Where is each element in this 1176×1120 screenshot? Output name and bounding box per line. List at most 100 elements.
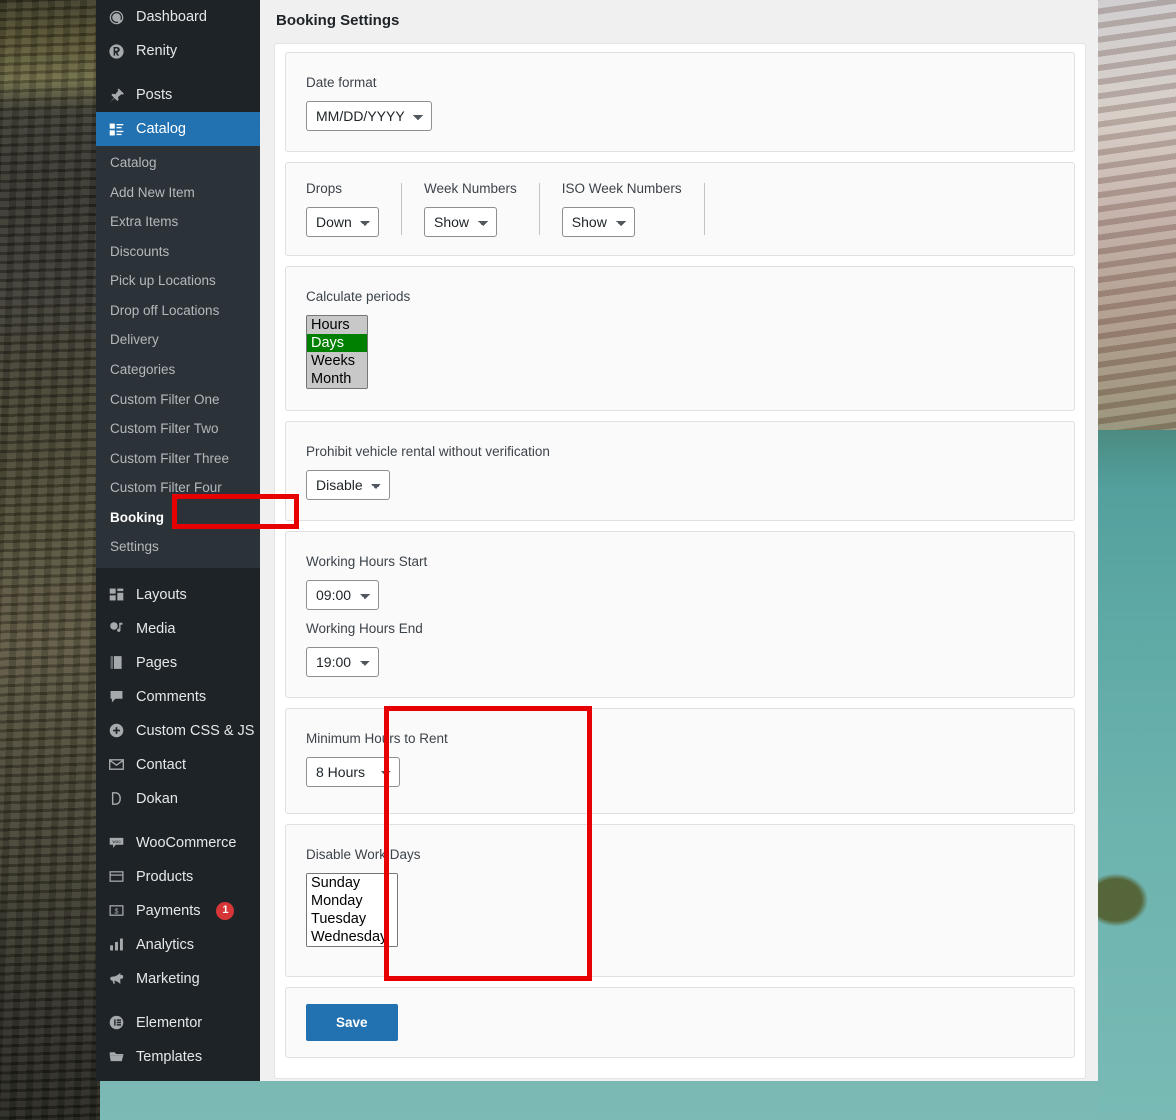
sidebar-item-catalog[interactable]: Catalog xyxy=(96,112,260,146)
media-icon xyxy=(106,619,126,639)
sidebar-item-label: Dashboard xyxy=(136,8,207,25)
working-hours-end-select[interactable]: 17:0018:0019:0020:0021:0023:00 xyxy=(306,647,379,677)
prohibit-verification-select[interactable]: DisableEnable xyxy=(306,470,390,500)
submenu-item-discounts[interactable]: Discounts xyxy=(96,237,260,267)
save-button[interactable]: Save xyxy=(306,1004,398,1041)
pin-icon xyxy=(106,85,126,105)
submenu-item-booking[interactable]: Booking xyxy=(96,503,260,533)
plus-circle-icon xyxy=(106,721,126,741)
date-format-label: Date format xyxy=(306,75,377,90)
sidebar-item-layouts[interactable]: Layouts xyxy=(96,578,260,612)
sidebar-separator-1 xyxy=(96,68,260,78)
sidebar-item-label: Dokan xyxy=(136,790,178,807)
sidebar-group-3: woo WooCommerce Products $ Payments 1 An… xyxy=(96,826,260,996)
panel-minimum-hours: Minimum Hours to Rent 1 Hours2 Hours4 Ho… xyxy=(285,708,1075,814)
drops-label: Drops xyxy=(306,181,343,196)
sidebar-item-analytics[interactable]: Analytics xyxy=(96,928,260,962)
panel-save: Save xyxy=(285,987,1075,1058)
sidebar-item-marketing[interactable]: Marketing xyxy=(96,962,260,996)
sidebar-item-label: Elementor xyxy=(136,1014,203,1031)
sidebar-item-products[interactable]: Products xyxy=(96,860,260,894)
working-hours-start-select[interactable]: 00:0008:0009:0010:0011:0012:00 xyxy=(306,580,379,610)
sidebar-item-payments[interactable]: $ Payments 1 xyxy=(96,894,260,928)
dokan-icon xyxy=(106,789,126,809)
megaphone-icon xyxy=(106,969,126,989)
iso-week-numbers-select[interactable]: ShowHide xyxy=(561,207,635,237)
panel-date-format: Date format MM/DD/YYYYDD/MM/YYYYYYYY-MM-… xyxy=(285,52,1075,152)
dashboard-icon xyxy=(106,7,126,27)
week-numbers-select[interactable]: ShowHide xyxy=(424,207,497,237)
sidebar-separator-2 xyxy=(96,568,260,578)
sidebar-item-label: Analytics xyxy=(136,936,195,953)
svg-text:$: $ xyxy=(114,907,118,916)
sidebar-item-pages[interactable]: Pages xyxy=(96,646,260,680)
sidebar-item-woocommerce[interactable]: woo WooCommerce xyxy=(96,826,260,860)
sidebar-item-elementor[interactable]: Elementor xyxy=(96,1006,260,1040)
submenu-item-settings[interactable]: Settings xyxy=(96,532,260,562)
date-format-select[interactable]: MM/DD/YYYYDD/MM/YYYYYYYY-MM-DD xyxy=(306,101,432,131)
sidebar-item-dokan[interactable]: Dokan xyxy=(96,782,260,816)
sidebar-item-label: Pages xyxy=(136,654,178,671)
field-drops: Drops DownUpAuto xyxy=(306,181,401,237)
renity-icon xyxy=(106,41,126,61)
minimum-hours-label: Minimum Hours to Rent xyxy=(306,731,448,746)
submenu-item-delivery[interactable]: Delivery xyxy=(96,325,260,355)
sidebar-separator-4 xyxy=(96,996,260,1006)
prohibit-verification-label: Prohibit vehicle rental without verifica… xyxy=(306,444,550,459)
products-icon xyxy=(106,867,126,887)
field-week-numbers: Week Numbers ShowHide xyxy=(424,181,539,237)
submenu-item-custom-filter-two[interactable]: Custom Filter Two xyxy=(96,414,260,444)
divider xyxy=(538,183,540,235)
panel-week-options: Drops DownUpAuto Week Numbers ShowHide I… xyxy=(285,162,1075,256)
sidebar-item-custom-css-js[interactable]: Custom CSS & JS xyxy=(96,714,260,748)
sidebar-group-2: Layouts Media Pages Comments Custom CSS … xyxy=(96,578,260,816)
envelope-icon xyxy=(106,755,126,775)
status-badge: 1 xyxy=(216,901,235,920)
folder-icon xyxy=(106,1047,126,1067)
sidebar-item-renity[interactable]: Renity xyxy=(96,34,260,68)
sidebar-item-templates[interactable]: Templates xyxy=(96,1040,260,1074)
sidebar-item-label: Contact xyxy=(136,756,186,773)
sidebar-separator-3 xyxy=(96,816,260,826)
calculate-periods-label: Calculate periods xyxy=(306,289,411,304)
sidebar-item-posts[interactable]: Posts xyxy=(96,78,260,112)
drops-select[interactable]: DownUpAuto xyxy=(306,207,379,237)
sidebar-submenu-catalog: Catalog Add New Item Extra Items Discoun… xyxy=(96,146,260,568)
elementor-icon xyxy=(106,1013,126,1033)
calculate-periods-listbox[interactable]: HoursDaysWeeksMonth xyxy=(306,315,368,389)
submenu-item-custom-filter-four[interactable]: Custom Filter Four xyxy=(96,473,260,503)
sidebar-item-media[interactable]: Media xyxy=(96,612,260,646)
sidebar-item-label: Templates xyxy=(136,1048,203,1065)
layouts-icon xyxy=(106,585,126,605)
sidebar-item-comments[interactable]: Comments xyxy=(96,680,260,714)
catalog-icon xyxy=(106,119,126,139)
sidebar-item-label: Media xyxy=(136,620,176,637)
sidebar-item-dashboard[interactable]: Dashboard xyxy=(96,0,260,34)
disable-work-days-label: Disable Work Days xyxy=(306,847,421,862)
sidebar-item-label: Layouts xyxy=(136,586,187,603)
submenu-item-add-new-item[interactable]: Add New Item xyxy=(96,178,260,208)
divider xyxy=(703,183,705,235)
sidebar-item-contact[interactable]: Contact xyxy=(96,748,260,782)
content-area: Booking Settings Date format MM/DD/YYYY D… xyxy=(260,0,1098,1081)
submenu-item-custom-filter-three[interactable]: Custom Filter Three xyxy=(96,444,260,474)
sidebar-item-label: WooCommerce xyxy=(136,834,237,851)
submenu-item-catalog[interactable]: Catalog xyxy=(96,148,260,178)
wallpaper-right-canyon xyxy=(1098,0,1176,1120)
sidebar-item-label: Comments xyxy=(136,688,207,705)
submenu-item-pick-up-locations[interactable]: Pick up Locations xyxy=(96,266,260,296)
admin-sidebar: Dashboard Renity Posts Catalog Catalog A… xyxy=(96,0,260,1081)
submenu-item-custom-filter-one[interactable]: Custom Filter One xyxy=(96,385,260,415)
panel-disable-work-days: Disable Work Days SundayMondayTuesdayWed… xyxy=(285,824,1075,977)
working-hours-end-label: Working Hours End xyxy=(306,621,423,636)
working-hours-start-label: Working Hours Start xyxy=(306,554,428,569)
comment-icon xyxy=(106,687,126,707)
submenu-item-extra-items[interactable]: Extra Items xyxy=(96,207,260,237)
submenu-item-categories[interactable]: Categories xyxy=(96,355,260,385)
wallpaper-left-cliff xyxy=(0,0,100,1120)
submenu-item-drop-off-locations[interactable]: Drop off Locations xyxy=(96,296,260,326)
sidebar-item-label: Products xyxy=(136,868,194,885)
disable-work-days-listbox[interactable]: SundayMondayTuesdayWednesdayThursdayFrid… xyxy=(306,873,398,947)
sidebar-item-label: Posts xyxy=(136,86,173,103)
minimum-hours-select[interactable]: 1 Hours2 Hours4 Hours6 Hours8 Hours12 Ho… xyxy=(306,757,400,787)
